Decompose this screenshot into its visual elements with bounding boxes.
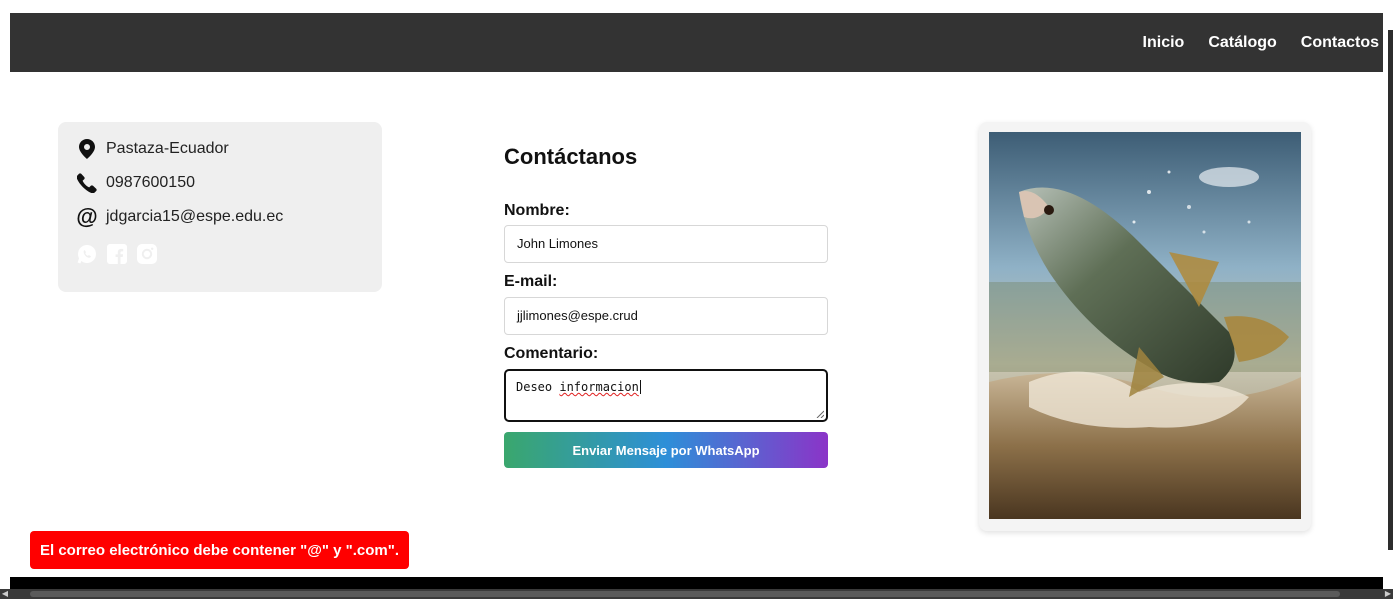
nav-link-catalogo[interactable]: Catálogo — [1208, 34, 1276, 52]
resize-handle-icon[interactable] — [816, 410, 824, 418]
phone-text: 0987600150 — [106, 174, 195, 191]
vertical-scrollbar[interactable] — [1388, 30, 1393, 550]
contact-info-card: Pastaza-Ecuador 0987600150 @ jdgarcia15@… — [58, 122, 382, 292]
horizontal-scrollbar[interactable]: ◀ ▶ — [0, 589, 1393, 599]
facebook-icon[interactable] — [106, 243, 128, 265]
nav-links: Inicio Catálogo Contactos — [1143, 13, 1379, 72]
photo-card — [979, 122, 1311, 531]
location-text: Pastaza-Ecuador — [106, 140, 229, 157]
fish-photo — [989, 132, 1301, 519]
horizontal-scrollbar-thumb[interactable] — [30, 591, 1340, 597]
nav-link-inicio[interactable]: Inicio — [1143, 34, 1185, 52]
instagram-icon[interactable] — [136, 243, 158, 265]
social-links — [76, 243, 158, 265]
whatsapp-icon[interactable] — [76, 243, 98, 265]
comentario-word-1: Deseo — [516, 380, 553, 394]
nombre-input[interactable]: John Limones — [504, 225, 828, 263]
navbar: Inicio Catálogo Contactos — [10, 13, 1383, 72]
send-whatsapp-button[interactable]: Enviar Mensaje por WhatsApp — [504, 432, 828, 468]
error-toast: El correo electrónico debe contener "@" … — [30, 531, 410, 569]
nav-link-contactos[interactable]: Contactos — [1301, 34, 1379, 52]
comentario-word-2: informacion — [559, 380, 639, 394]
form-title: Contáctanos — [504, 144, 638, 169]
comentario-label: Comentario: — [504, 345, 599, 362]
scroll-left-arrow-icon[interactable]: ◀ — [0, 589, 10, 599]
email-row: @ jdgarcia15@espe.edu.ec — [76, 206, 283, 228]
location-row: Pastaza-Ecuador — [76, 138, 229, 160]
map-pin-icon — [76, 138, 98, 160]
nombre-label: Nombre: — [504, 202, 570, 219]
text-cursor — [639, 380, 641, 394]
phone-icon — [76, 172, 98, 194]
email-text: jdgarcia15@espe.edu.ec — [106, 208, 284, 225]
top-strip — [0, 0, 1393, 13]
email-input[interactable]: jjlimones@espe.crud — [504, 297, 828, 335]
at-icon: @ — [76, 204, 98, 229]
email-label: E-mail: — [504, 273, 558, 290]
scroll-right-arrow-icon[interactable]: ▶ — [1383, 589, 1393, 599]
comentario-textarea[interactable]: Deseo informacion — [504, 369, 828, 422]
phone-row: 0987600150 — [76, 172, 195, 194]
